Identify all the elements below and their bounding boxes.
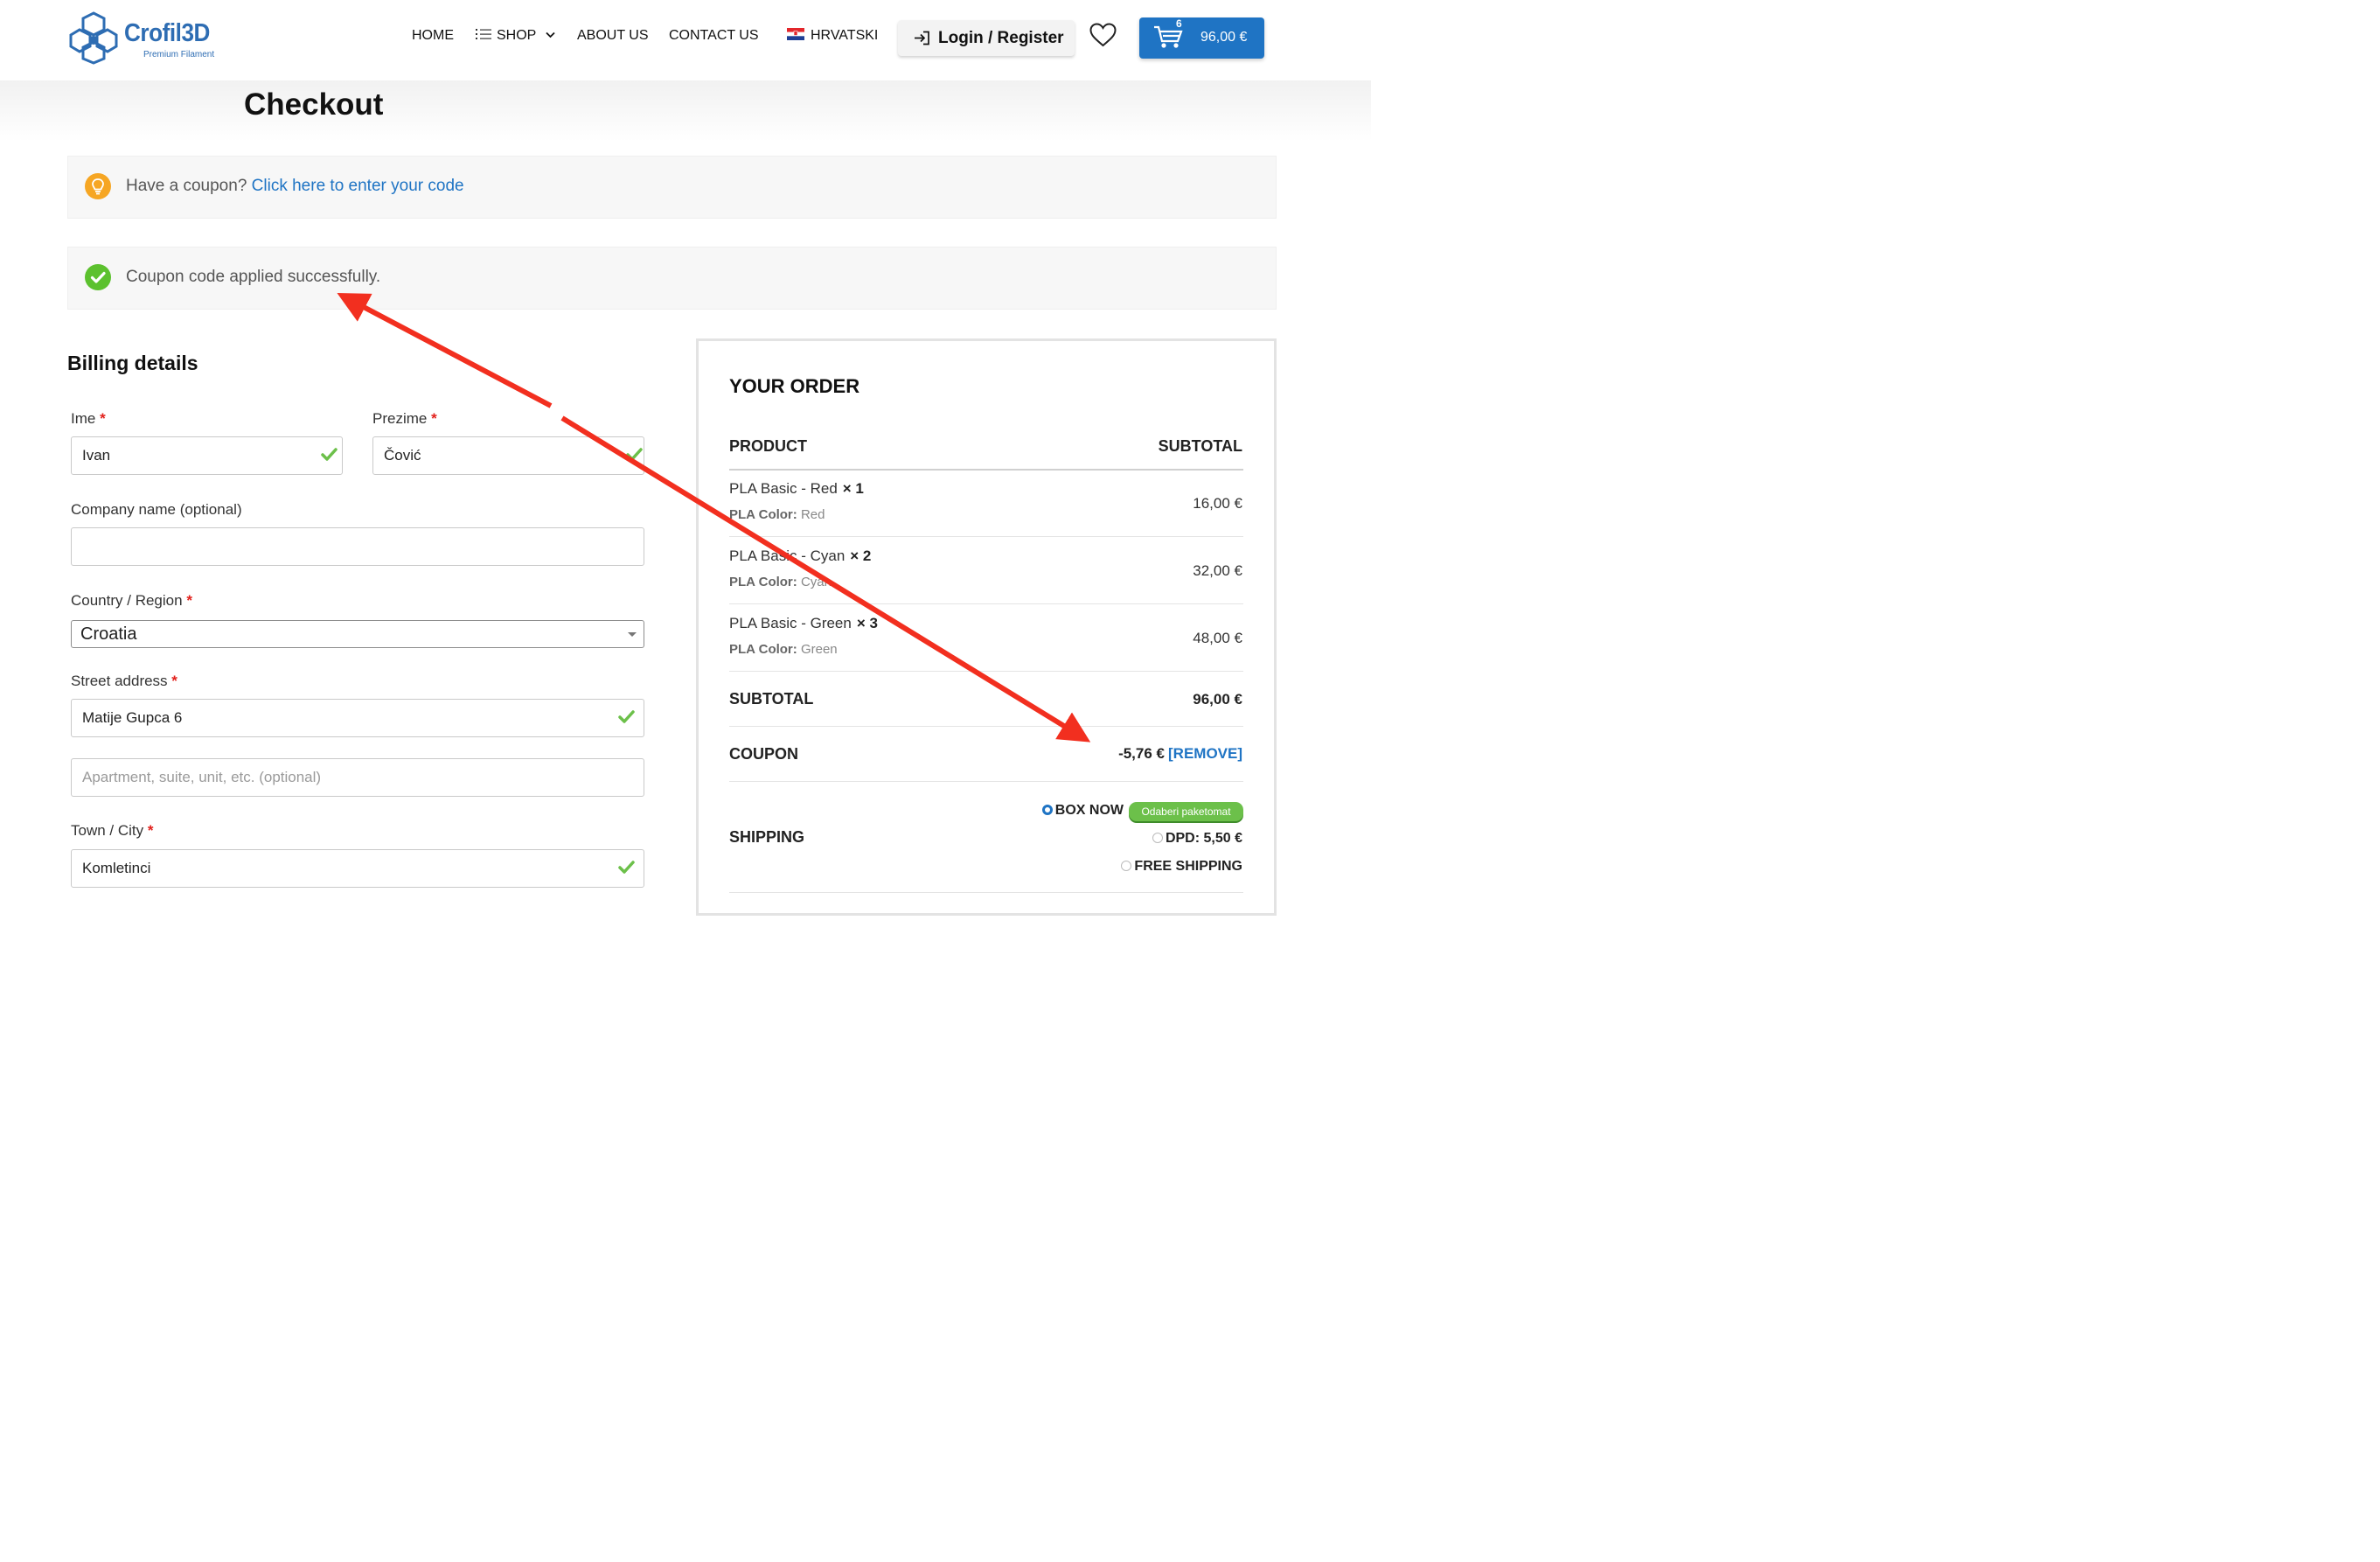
valid-check-icon (618, 710, 635, 723)
page-title: Checkout (244, 87, 384, 122)
logo-name: Crofil3D (124, 19, 210, 47)
billing-title: Billing details (67, 352, 198, 374)
divider (729, 726, 1243, 727)
login-register-button[interactable]: Login / Register (898, 20, 1075, 56)
logo[interactable]: Crofil3D Premium Filament (68, 10, 217, 65)
remove-coupon-link[interactable]: [REMOVE] (1168, 745, 1242, 762)
subtotal-value: 96,00 € (1193, 691, 1242, 708)
shipping-option-dpd[interactable]: DPD: 5,50 € (1152, 831, 1242, 847)
city-label: Town / City * (71, 822, 154, 839)
order-item-name: PLA Basic - Green × 3 (729, 615, 878, 631)
cart-button[interactable]: 6 96,00 € (1139, 17, 1264, 59)
valid-check-icon (618, 861, 635, 874)
croatia-flag-icon (787, 28, 804, 40)
order-item-meta: PLA Color: Green (729, 642, 838, 657)
cart-total: 96,00 € (1200, 30, 1248, 45)
login-icon (915, 31, 929, 45)
last-name-input[interactable]: Čović (372, 436, 644, 475)
chevron-down-icon (545, 31, 555, 38)
valid-check-icon (626, 448, 643, 461)
divider (729, 781, 1243, 782)
order-title: YOUR ORDER (729, 375, 860, 397)
order-item-price: 48,00 € (1193, 630, 1242, 646)
order-item-meta: PLA Color: Red (729, 507, 825, 522)
dropdown-arrow-icon (628, 632, 637, 637)
subtotal-column-header: SUBTOTAL (1158, 437, 1242, 455)
valid-check-icon (321, 448, 338, 461)
shipping-option-free[interactable]: FREE SHIPPING (1121, 859, 1242, 875)
city-input[interactable]: Komletinci (71, 849, 644, 888)
product-column-header: PRODUCT (729, 437, 807, 455)
first-name-input[interactable]: Ivan (71, 436, 343, 475)
divider (729, 469, 1243, 471)
nav-contact[interactable]: CONTACT US (669, 27, 759, 45)
nav-language[interactable]: HRVATSKI (787, 27, 878, 45)
country-value: Croatia (80, 624, 137, 644)
coupon-label: COUPON (729, 745, 799, 763)
country-select[interactable]: Croatia (71, 620, 644, 648)
shipping-option-boxnow[interactable]: BOX NOW (1041, 803, 1124, 819)
company-label: Company name (optional) (71, 501, 242, 518)
coupon-value: -5,76 € [REMOVE] (1118, 745, 1242, 762)
nav-shop-label: SHOP (497, 28, 537, 43)
nav-language-label: HRVATSKI (811, 28, 879, 43)
divider (729, 671, 1243, 672)
coupon-prompt-notice: Have a coupon? Click here to enter your … (67, 156, 1277, 219)
country-label: Country / Region * (71, 592, 192, 609)
radio-icon (1152, 833, 1163, 843)
success-check-icon (85, 264, 111, 290)
logo-cube-icon (69, 11, 118, 65)
order-item-price: 32,00 € (1193, 562, 1242, 579)
apartment-input[interactable]: Apartment, suite, unit, etc. (optional) (71, 758, 644, 797)
divider (729, 892, 1243, 893)
select-locker-button[interactable]: Odaberi paketomat (1129, 802, 1243, 821)
nav-home[interactable]: HOME (412, 27, 454, 45)
street-label: Street address * (71, 673, 177, 689)
last-name-label: Prezime * (372, 410, 437, 427)
order-item-price: 16,00 € (1193, 495, 1242, 512)
lightbulb-icon (85, 173, 111, 199)
radio-selected-icon (1041, 805, 1053, 815)
radio-icon (1121, 861, 1132, 871)
order-item-name: PLA Basic - Red × 1 (729, 480, 864, 497)
divider (729, 603, 1243, 604)
street-input[interactable]: Matije Gupca 6 (71, 699, 644, 737)
divider (729, 536, 1243, 537)
coupon-success-notice: Coupon code applied successfully. (67, 247, 1277, 310)
heart-icon[interactable] (1089, 23, 1117, 47)
list-icon (476, 29, 491, 39)
site-header: Crofil3D Premium Filament HOME SHOP ABOU… (0, 0, 1371, 80)
company-input[interactable] (71, 527, 644, 566)
enter-coupon-link[interactable]: Click here to enter your code (252, 177, 464, 195)
order-item-name: PLA Basic - Cyan × 2 (729, 547, 872, 564)
coupon-prompt-label: Have a coupon? (126, 177, 247, 195)
nav-shop[interactable]: SHOP (476, 27, 555, 45)
login-register-label: Login / Register (938, 29, 1064, 47)
first-name-label: Ime * (71, 410, 106, 427)
subtotal-label: SUBTOTAL (729, 690, 814, 708)
shipping-label: SHIPPING (729, 828, 805, 846)
order-item-meta: PLA Color: Cyan (729, 575, 832, 589)
logo-tagline: Premium Filament (143, 50, 215, 59)
nav-about[interactable]: ABOUT US (577, 27, 649, 45)
title-band (0, 80, 1371, 142)
cart-count-badge: 6 (1176, 17, 1182, 30)
coupon-success-text: Coupon code applied successfully. (126, 268, 381, 286)
coupon-prompt-text: Have a coupon? Click here to enter your … (126, 177, 464, 196)
